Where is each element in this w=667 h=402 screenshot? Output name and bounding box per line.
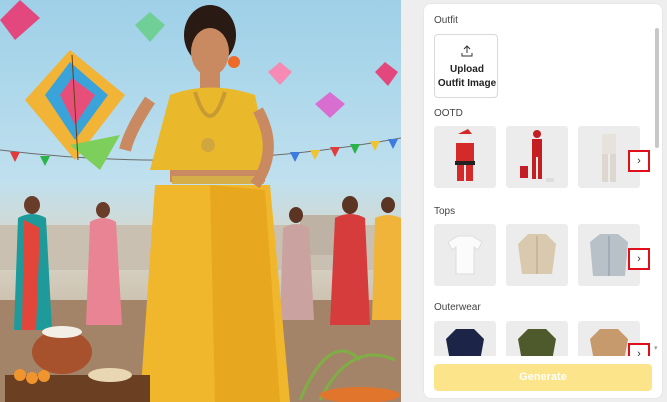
- tops-section-title: Tops: [434, 206, 456, 217]
- ootd-row: ›: [434, 126, 650, 190]
- outerwear-row: ›: [434, 321, 650, 356]
- ootd-next-button[interactable]: ›: [628, 150, 650, 172]
- upload-label-line1: Upload: [450, 64, 484, 75]
- tops-next-button[interactable]: ›: [628, 248, 650, 270]
- generate-button[interactable]: Generate: [434, 364, 652, 391]
- ootd-section-title: OOTD: [434, 108, 463, 119]
- scroll-down-icon[interactable]: ▾: [654, 344, 658, 352]
- upload-label-line2: Outfit Image: [437, 78, 497, 89]
- chevron-right-icon: ›: [637, 348, 641, 356]
- outerwear-section-title: Outerwear: [434, 302, 481, 313]
- tops-item-white-tshirt[interactable]: [434, 224, 496, 286]
- outerwear-item-navy-jacket[interactable]: [434, 321, 496, 356]
- chevron-right-icon: ›: [637, 155, 641, 167]
- ootd-item-red-jumpsuit[interactable]: [506, 126, 568, 188]
- ootd-item-santa[interactable]: [434, 126, 496, 188]
- preview-image: [0, 0, 401, 402]
- outerwear-next-button[interactable]: ›: [628, 343, 650, 356]
- upload-label: Upload Outfit Image: [435, 63, 499, 91]
- upload-icon: [461, 45, 473, 57]
- scrollbar-thumb[interactable]: [655, 28, 659, 148]
- panel-scrollbar[interactable]: ▾: [654, 24, 660, 354]
- chevron-right-icon: ›: [637, 253, 641, 265]
- outfit-panel: Outfit Upload Outfit Image OOTD › Tops ›…: [423, 3, 663, 399]
- outfit-scroll-area[interactable]: Outfit Upload Outfit Image OOTD › Tops ›…: [424, 4, 656, 356]
- tops-item-beige-cardigan[interactable]: [506, 224, 568, 286]
- tops-row: ›: [434, 224, 650, 288]
- upload-outfit-button[interactable]: Upload Outfit Image: [434, 34, 498, 98]
- app-root: Outfit Upload Outfit Image OOTD › Tops ›…: [0, 0, 667, 402]
- outerwear-item-olive-jacket[interactable]: [506, 321, 568, 356]
- outfit-section-title: Outfit: [434, 15, 458, 26]
